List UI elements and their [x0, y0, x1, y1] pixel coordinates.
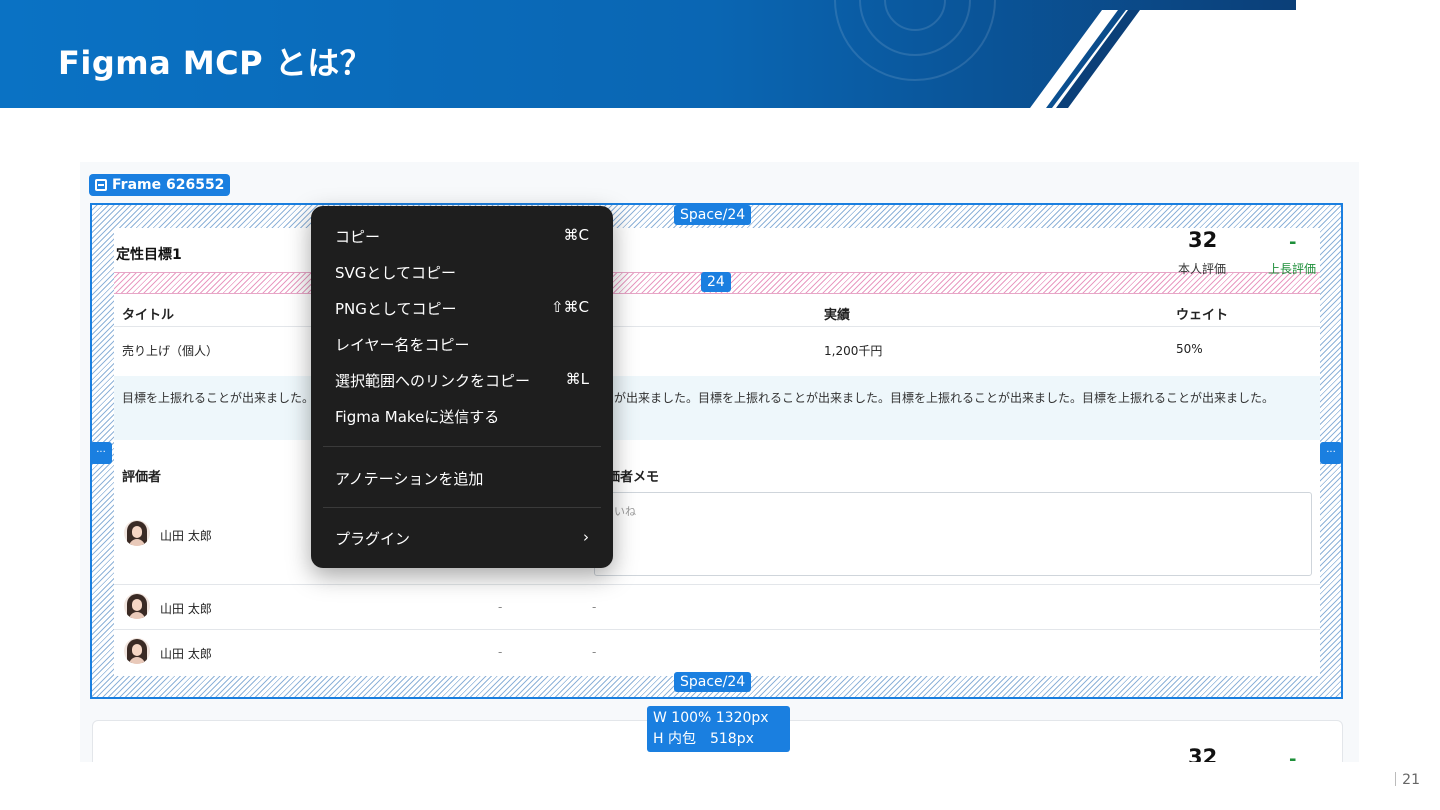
slide: Figma MCP とは？ Frame 626552 Space/24 24 S… — [0, 0, 1440, 810]
dimension-width: W 100% 1320px — [653, 710, 769, 726]
menu-separator — [323, 446, 601, 447]
memo-textarea[interactable]: いいね — [594, 492, 1312, 576]
boss-eval-label: 上長評価 — [1268, 262, 1317, 276]
col-header-weight: ウェイト — [1176, 308, 1229, 323]
spacing-bottom-badge: Space/24 — [674, 672, 752, 692]
evaluator-name: 山田 太郎 — [160, 602, 212, 616]
comment-box: 目標を上振れることが出来ました。目標を上振れることが出来ました。目標を上振れるこ… — [114, 376, 1320, 440]
menu-item-copy-svg[interactable]: SVGとしてコピー — [335, 262, 456, 283]
menu-item-add-annotation[interactable]: アノテーションを追加 — [335, 468, 483, 489]
avatar — [124, 593, 150, 619]
page-number: 21 — [1395, 772, 1420, 788]
cell-result: 1,200千円 — [824, 344, 883, 358]
menu-item-copy-layer-name[interactable]: レイヤー名をコピー — [335, 334, 470, 355]
frame-name: Frame 626552 — [112, 177, 225, 193]
menu-item-copy-png[interactable]: PNGとしてコピー — [335, 298, 456, 319]
dimension-label: W 100% 1320px H 内包 518px — [647, 706, 790, 752]
card2-score: 32 — [1188, 745, 1218, 762]
self-eval-label: 本人評価 — [1178, 262, 1227, 276]
self-score: 32 — [1188, 228, 1218, 252]
left-resize-handle[interactable]: ... — [90, 442, 112, 464]
col-header-result: 実績 — [824, 308, 851, 323]
menu-item-send-to-make[interactable]: Figma Makeに送信する — [335, 406, 499, 427]
divider — [114, 584, 1320, 585]
figma-screenshot: Frame 626552 Space/24 24 Space/24 ... ..… — [80, 162, 1359, 762]
spacing-top-badge: Space/24 — [674, 205, 752, 225]
shortcut-copy: ⌘C — [563, 226, 589, 244]
menu-item-copy[interactable]: コピー — [335, 226, 380, 247]
goal-card — [114, 228, 1320, 676]
comment-text: 目標を上振れることが出来ました。目標を上振れることが出来ました。目標を上振れるこ… — [122, 391, 1275, 405]
shortcut-copy-link: ⌘L — [565, 370, 589, 388]
frame-name-tag[interactable]: Frame 626552 — [89, 174, 231, 196]
slide-title: Figma MCP とは？ — [58, 44, 373, 82]
evaluator-memo: - — [592, 645, 597, 659]
card2-dash: - — [1289, 749, 1297, 762]
evaluator-score: - — [498, 600, 503, 614]
evaluator-name: 山田 太郎 — [160, 647, 212, 661]
divider — [114, 629, 1320, 630]
frame-icon — [95, 179, 107, 191]
shortcut-copy-png: ⇧⌘C — [550, 298, 589, 316]
cell-weight: 50% — [1176, 342, 1203, 356]
avatar — [124, 520, 150, 546]
context-menu: コピー ⌘C SVGとしてコピー PNGとしてコピー ⇧⌘C レイヤー名をコピー… — [311, 206, 613, 568]
evaluator-score: - — [498, 645, 503, 659]
title-banner: Figma MCP とは？ — [0, 0, 1440, 108]
col-header-title: タイトル — [122, 308, 175, 323]
cell-title: 売り上げ（個人） — [122, 344, 219, 358]
menu-separator — [323, 507, 601, 508]
menu-item-copy-link[interactable]: 選択範囲へのリンクをコピー — [335, 370, 530, 391]
menu-item-plugins[interactable]: プラグイン — [335, 528, 410, 549]
boss-score: - — [1289, 232, 1297, 253]
right-resize-handle[interactable]: ... — [1320, 442, 1342, 464]
section-title: 定性目標1 — [116, 247, 182, 263]
chevron-right-icon: › — [583, 528, 589, 546]
dimension-height: H 内包 518px — [653, 731, 754, 747]
evaluator-header: 評価者 — [122, 470, 162, 485]
evaluator-memo: - — [592, 600, 597, 614]
divider — [114, 326, 1320, 327]
avatar — [124, 638, 150, 664]
evaluator-name: 山田 太郎 — [160, 529, 212, 543]
page-number-text: 21 — [1402, 772, 1420, 788]
gap-badge: 24 — [701, 272, 731, 292]
